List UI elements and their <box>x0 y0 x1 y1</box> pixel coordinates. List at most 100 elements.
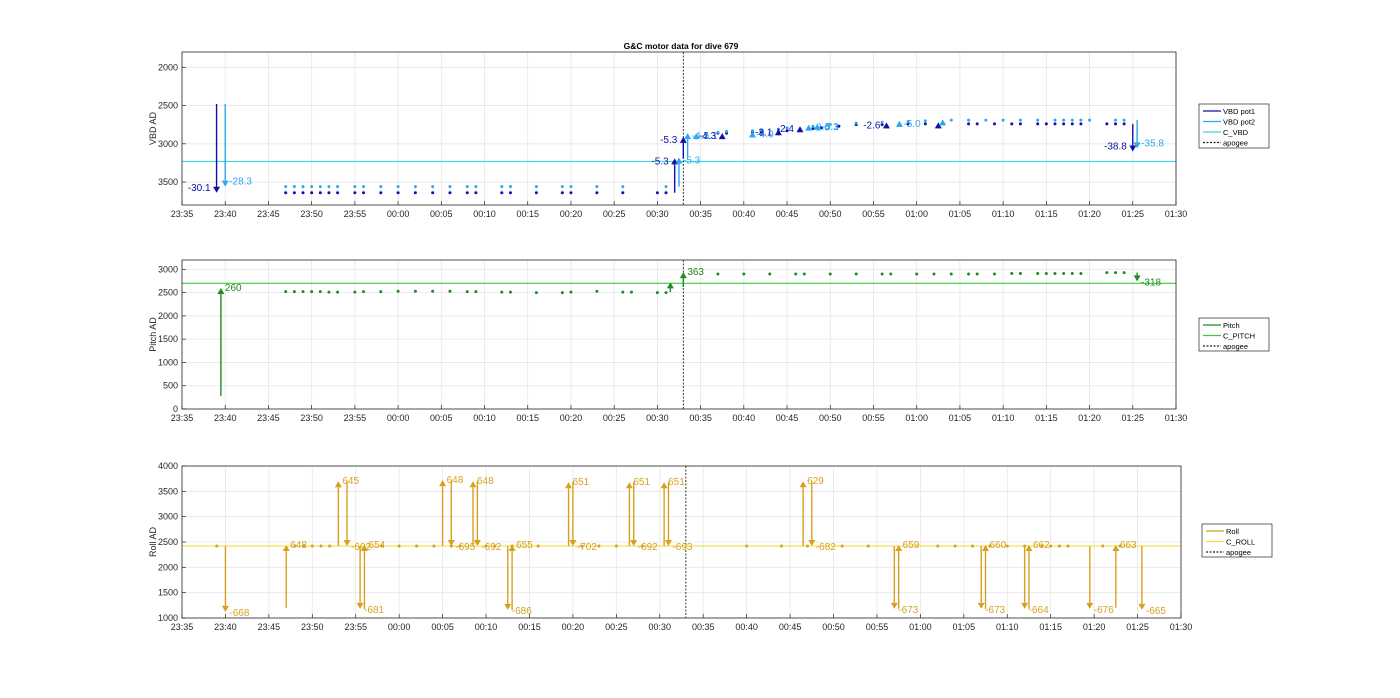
data-label: -5.3 <box>660 135 678 146</box>
data-label: -673 <box>985 605 1005 616</box>
data-point-vbd-pot1 <box>975 122 979 126</box>
data-label: -318 <box>1141 277 1161 288</box>
data-point-vbd-pot1 <box>1036 122 1040 126</box>
data-point-roll <box>397 544 401 548</box>
x-tick-label: 00:20 <box>560 413 583 423</box>
data-point-vbd-pot1 <box>362 191 366 195</box>
data-label: 651 <box>668 477 685 488</box>
data-point-pitch <box>949 272 953 276</box>
y-axis-label: VBD AD <box>148 111 158 145</box>
data-point-roll <box>779 544 783 548</box>
data-point-roll <box>840 544 844 548</box>
x-tick-label: 00:30 <box>646 209 669 219</box>
data-point-vbd-pot1 <box>379 191 383 195</box>
data-label: -2.4 <box>777 124 795 135</box>
data-point-vbd-pot2 <box>1062 118 1066 122</box>
data-point-pitch <box>508 290 512 294</box>
data-label: -702 <box>577 542 597 553</box>
data-label: 655 <box>516 540 533 551</box>
data-point-vbd-pot2 <box>318 185 322 189</box>
x-tick-label: 01:30 <box>1165 209 1188 219</box>
x-tick-label: 01:00 <box>905 413 928 423</box>
x-tick-label: 00:15 <box>518 622 541 632</box>
legend-entry-vbd-pot2: VBD pot2 <box>1223 117 1255 126</box>
data-point-pitch <box>1036 272 1040 276</box>
data-point-vbd-pot1 <box>1105 122 1109 126</box>
x-tick-label: 00:30 <box>646 413 669 423</box>
x-tick-label: 01:15 <box>1035 413 1058 423</box>
x-tick-label: 00:40 <box>733 209 756 219</box>
data-point-vbd-pot1 <box>1079 122 1083 126</box>
x-tick-label: 23:55 <box>344 622 367 632</box>
data-point-pitch <box>362 290 366 294</box>
data-point-vbd-pot1 <box>336 191 340 195</box>
y-tick-label: 3500 <box>158 486 178 496</box>
data-point-vbd-pot1 <box>595 191 599 195</box>
data-point-vbd-pot1 <box>301 191 305 195</box>
x-tick-label: 01:05 <box>949 413 972 423</box>
data-label: 651 <box>633 477 650 488</box>
x-tick-label: 01:10 <box>992 413 1015 423</box>
data-point-pitch <box>1070 272 1074 276</box>
x-tick-label: 00:10 <box>473 413 496 423</box>
x-tick-label: 23:50 <box>300 413 323 423</box>
data-point-vbd-pot1 <box>655 191 659 195</box>
data-point-pitch <box>413 289 417 293</box>
data-point-vbd-pot1 <box>664 191 668 195</box>
data-label: -665 <box>1146 606 1166 617</box>
data-point-vbd-pot2 <box>310 185 314 189</box>
data-label: -686 <box>512 606 532 617</box>
data-point-vbd-pot2 <box>431 185 435 189</box>
data-point-vbd-pot2 <box>301 185 305 189</box>
chart-title: G&C motor data for dive 679 <box>624 41 739 51</box>
data-label: 645 <box>342 476 359 487</box>
x-tick-label: 00:55 <box>862 209 885 219</box>
data-label: 260 <box>225 283 242 294</box>
data-point-pitch <box>655 291 659 295</box>
data-point-roll <box>866 544 870 548</box>
x-tick-label: 23:45 <box>257 413 280 423</box>
data-point-roll <box>536 544 540 548</box>
data-point-vbd-pot1 <box>396 191 400 195</box>
data-label: 648 <box>477 476 494 487</box>
data-point-vbd-pot2 <box>949 118 953 122</box>
pitch-legend: PitchC_PITCHapogee <box>1198 317 1270 352</box>
data-label: -668 <box>229 608 249 619</box>
y-tick-label: 4000 <box>158 461 178 471</box>
x-tick-label: 00:45 <box>776 413 799 423</box>
vbd-legend: VBD pot1VBD pot2 C_VBDapogee <box>1198 103 1270 149</box>
data-point-pitch <box>1122 271 1126 275</box>
data-point-vbd-pot1 <box>413 191 417 195</box>
data-point-vbd-pot2 <box>500 185 504 189</box>
x-tick-label: 23:40 <box>214 622 237 632</box>
data-point-vbd-pot2 <box>413 185 417 189</box>
y-tick-label: 1000 <box>158 613 178 623</box>
data-point-pitch <box>992 272 996 276</box>
data-point-vbd-pot2 <box>560 185 564 189</box>
data-point-pitch <box>664 291 668 295</box>
data-point-vbd-pot2 <box>534 185 538 189</box>
data-point-roll <box>1066 544 1070 548</box>
data-label: -3.1 <box>755 127 773 138</box>
data-point-pitch <box>742 272 746 276</box>
data-point-pitch <box>1053 272 1057 276</box>
data-point-vbd-pot2 <box>1070 118 1074 122</box>
annotation-label: -5.1 <box>822 122 840 133</box>
data-point-pitch <box>336 290 340 294</box>
data-point-vbd-pot2 <box>854 121 858 125</box>
x-tick-label: 00:05 <box>431 622 454 632</box>
data-point-vbd-pot2 <box>284 185 288 189</box>
roll-legend: RollC_ROLLapogee <box>1201 523 1273 558</box>
x-tick-label: 00:20 <box>560 209 583 219</box>
data-point-vbd-pot1 <box>500 191 504 195</box>
x-tick-label: 01:05 <box>953 622 976 632</box>
data-label: -5.0 <box>903 119 921 130</box>
x-tick-label: 01:05 <box>949 209 972 219</box>
vbd-panel: 23:35 23:40 23:45 23:50 23:55 00:00 00:05 00:10… <box>148 51 1270 219</box>
data-point-pitch <box>975 272 979 276</box>
x-tick-label: 23:35 <box>171 413 194 423</box>
data-point-roll <box>415 544 419 548</box>
x-tick-label: 00:10 <box>473 209 496 219</box>
data-point-vbd-pot2 <box>880 120 884 124</box>
x-tick-label: 00:55 <box>862 413 885 423</box>
